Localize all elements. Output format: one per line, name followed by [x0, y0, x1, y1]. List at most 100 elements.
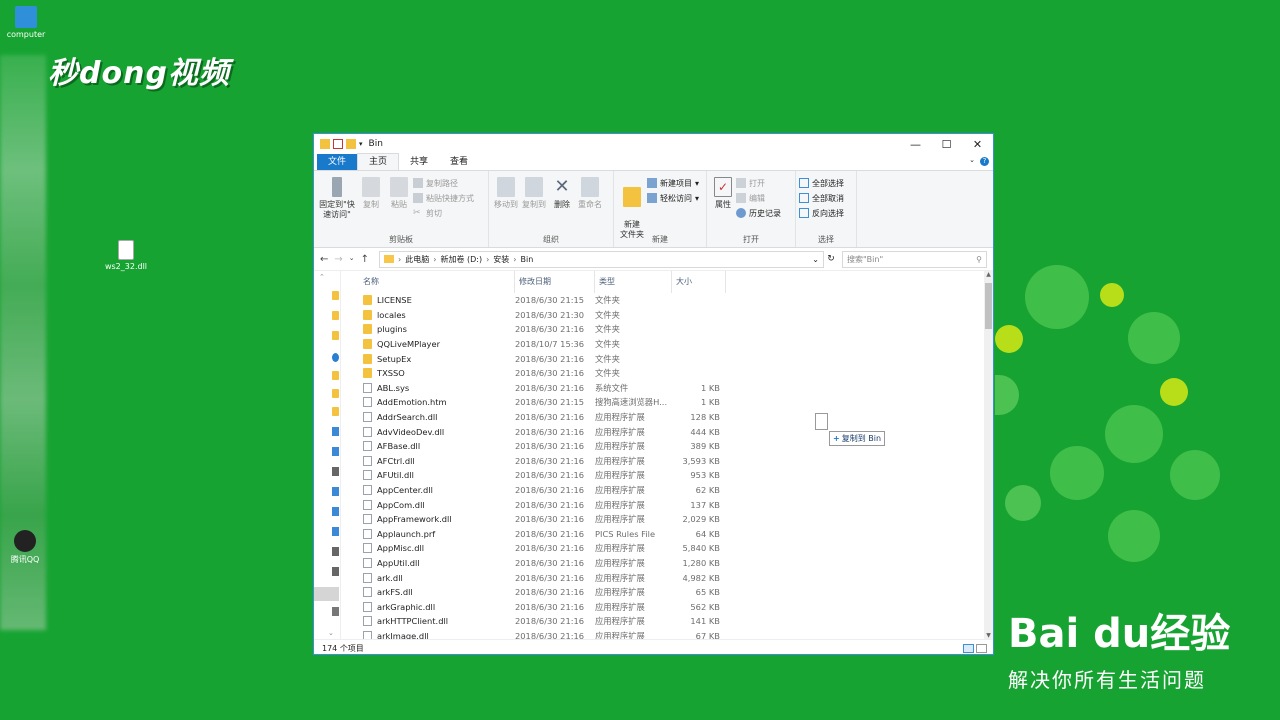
qq-desktop-icon[interactable]: 腾讯QQ [0, 530, 50, 565]
customize-dropdown-icon[interactable]: ▾ [359, 140, 363, 148]
file-name-cell: AFCtrl.dll [341, 455, 515, 466]
pictures-icon[interactable] [332, 487, 339, 496]
up-arrow-icon[interactable]: ↑ [361, 254, 369, 265]
column-name[interactable]: 名称 [341, 271, 515, 293]
recent-dropdown-icon[interactable]: ⌄ [349, 254, 355, 265]
nav-scroll-down-icon[interactable]: ⌄ [328, 629, 334, 637]
folder-icon[interactable] [332, 407, 339, 416]
selected-drive-highlight[interactable] [314, 587, 339, 601]
details-view-icon[interactable] [963, 643, 974, 653]
scroll-down-icon[interactable]: ▼ [984, 632, 993, 639]
desktop-icon[interactable] [332, 567, 339, 576]
cut-button[interactable]: ✂ 剪切 [413, 207, 474, 219]
wallpaper-dot [1160, 378, 1188, 406]
edit-button[interactable]: 编辑 [736, 192, 781, 204]
videos-icon[interactable] [332, 467, 339, 476]
title-bar[interactable]: ▾ Bin — ☐ ✕ [314, 134, 993, 154]
expand-ribbon-icon[interactable]: ⌄ [969, 156, 975, 164]
new-folder-icon[interactable] [346, 139, 356, 149]
address-bar[interactable]: › 此电脑 › 新加卷 (D:) › 安装 › Bin ⌄ [379, 250, 824, 268]
copy-path-button[interactable]: 复制路径 [413, 177, 474, 189]
refresh-icon[interactable]: ↻ [824, 254, 838, 264]
tab-file[interactable]: 文件 [317, 154, 358, 170]
large-icons-view-icon[interactable] [976, 643, 987, 653]
folder-icon[interactable] [332, 371, 339, 380]
downloads-icon[interactable] [332, 527, 339, 536]
file-row[interactable]: AFCtrl.dll 2018/6/30 21:16 应用程序扩展 3,593 KB [341, 454, 993, 469]
file-row[interactable]: AppMisc.dll 2018/6/30 21:16 应用程序扩展 5,840 KB [341, 541, 993, 556]
new-item-icon [647, 178, 657, 188]
forward-arrow-icon[interactable]: → [334, 254, 342, 265]
file-row[interactable]: locales 2018/6/30 21:30 文件夹 [341, 308, 993, 323]
breadcrumb-drive-d[interactable]: 新加卷 (D:) [440, 254, 482, 265]
breadcrumb-install[interactable]: 安装 [493, 254, 509, 265]
vertical-scrollbar[interactable]: ▲ ▼ [984, 271, 993, 639]
file-row[interactable]: TXSSO 2018/6/30 21:16 文件夹 [341, 366, 993, 381]
file-row[interactable]: AppFramework.dll 2018/6/30 21:16 应用程序扩展 2,0… [341, 512, 993, 527]
file-row[interactable]: plugins 2018/6/30 21:16 文件夹 [341, 322, 993, 337]
file-row[interactable]: ark.dll 2018/6/30 21:16 应用程序扩展 4,982 KB [341, 570, 993, 585]
back-arrow-icon[interactable]: ← [320, 254, 328, 265]
file-row[interactable]: arkImage.dll 2018/6/30 21:16 应用程序扩展 67 KB [341, 629, 993, 639]
breadcrumb-this-pc[interactable]: 此电脑 [405, 254, 429, 265]
invert-selection-button[interactable]: 反向选择 [799, 207, 844, 219]
easy-access-button[interactable]: 轻松访问 ▾ [647, 192, 699, 204]
properties-check-icon[interactable] [333, 139, 343, 149]
file-row[interactable]: AppUtil.dll 2018/6/30 21:16 应用程序扩展 1,280 KB [341, 556, 993, 571]
open-button[interactable]: 打开 [736, 177, 781, 189]
address-dropdown-icon[interactable]: ⌄ [812, 255, 823, 264]
nav-scroll-up-icon[interactable]: ⌃ [319, 273, 325, 281]
folder-icon[interactable] [332, 311, 339, 320]
scrollbar-thumb[interactable] [985, 283, 992, 329]
file-row[interactable]: Applaunch.prf 2018/6/30 21:16 PICS Rules F… [341, 527, 993, 542]
video-watermark: 秒dong视频 [48, 56, 230, 91]
select-all-button[interactable]: 全部选择 [799, 177, 844, 189]
file-row[interactable]: QQLiveMPlayer 2018/10/7 15:36 文件夹 [341, 337, 993, 352]
file-row[interactable]: AppCom.dll 2018/6/30 21:16 应用程序扩展 137 KB [341, 497, 993, 512]
file-row[interactable]: arkGraphic.dll 2018/6/30 21:16 应用程序扩展 562 K… [341, 599, 993, 614]
file-row[interactable]: ABL.sys 2018/6/30 21:16 系统文件 1 KB [341, 381, 993, 396]
folder-icon [363, 368, 372, 379]
maximize-button[interactable]: ☐ [931, 138, 962, 151]
quick-access-toolbar: ▾ [320, 139, 363, 149]
file-row[interactable]: SetupEx 2018/6/30 21:16 文件夹 [341, 351, 993, 366]
file-row[interactable]: arkHTTPClient.dll 2018/6/30 21:16 应用程序扩展 14… [341, 614, 993, 629]
folder-icon[interactable] [332, 331, 339, 340]
file-row[interactable]: AFBase.dll 2018/6/30 21:16 应用程序扩展 389 KB [341, 439, 993, 454]
navigation-pane[interactable]: ⌃ ⌄ [314, 271, 341, 639]
file-row[interactable]: AddEmotion.htm 2018/6/30 21:15 搜狗高速浏览器H...… [341, 395, 993, 410]
file-row[interactable]: AddrSearch.dll 2018/6/30 21:16 应用程序扩展 128 K… [341, 410, 993, 425]
scroll-up-icon[interactable]: ▲ [984, 271, 993, 278]
documents-icon[interactable] [332, 507, 339, 516]
dll-file-desktop-icon[interactable]: ws2_32.dll [101, 240, 151, 271]
computer-desktop-icon[interactable]: computer [1, 6, 51, 39]
drive-icon[interactable] [332, 607, 339, 616]
this-pc-icon[interactable] [332, 427, 339, 436]
onedrive-icon[interactable] [332, 353, 339, 362]
paste-shortcut-button[interactable]: 粘贴快捷方式 [413, 192, 474, 204]
select-none-button[interactable]: 全部取消 [799, 192, 844, 204]
3d-objects-icon[interactable] [332, 447, 339, 456]
minimize-button[interactable]: — [900, 138, 931, 151]
file-icon [363, 470, 372, 481]
file-row[interactable]: AdvVideoDev.dll 2018/6/30 21:16 应用程序扩展 444 … [341, 424, 993, 439]
history-button[interactable]: 历史记录 [736, 207, 781, 219]
tab-share[interactable]: 共享 [399, 154, 439, 170]
music-icon[interactable] [332, 547, 339, 556]
folder-icon[interactable] [332, 291, 339, 300]
close-button[interactable]: ✕ [962, 138, 993, 151]
column-type[interactable]: 类型 [595, 271, 672, 293]
column-date[interactable]: 修改日期 [515, 271, 595, 293]
new-item-button[interactable]: 新建项目 ▾ [647, 177, 699, 189]
help-icon[interactable]: ? [980, 157, 989, 166]
file-row[interactable]: LICENSE 2018/6/30 21:15 文件夹 [341, 293, 993, 308]
folder-icon[interactable] [332, 389, 339, 398]
file-row[interactable]: AFUtil.dll 2018/6/30 21:16 应用程序扩展 953 KB [341, 468, 993, 483]
search-input[interactable]: 搜索"Bin" ⚲ [842, 250, 987, 268]
breadcrumb-bin[interactable]: Bin [521, 255, 534, 264]
file-row[interactable]: arkFS.dll 2018/6/30 21:16 应用程序扩展 65 KB [341, 585, 993, 600]
column-size[interactable]: 大小 [672, 271, 726, 293]
tab-view[interactable]: 查看 [439, 154, 479, 170]
file-row[interactable]: AppCenter.dll 2018/6/30 21:16 应用程序扩展 62 KB [341, 483, 993, 498]
tab-home[interactable]: 主页 [357, 153, 400, 170]
